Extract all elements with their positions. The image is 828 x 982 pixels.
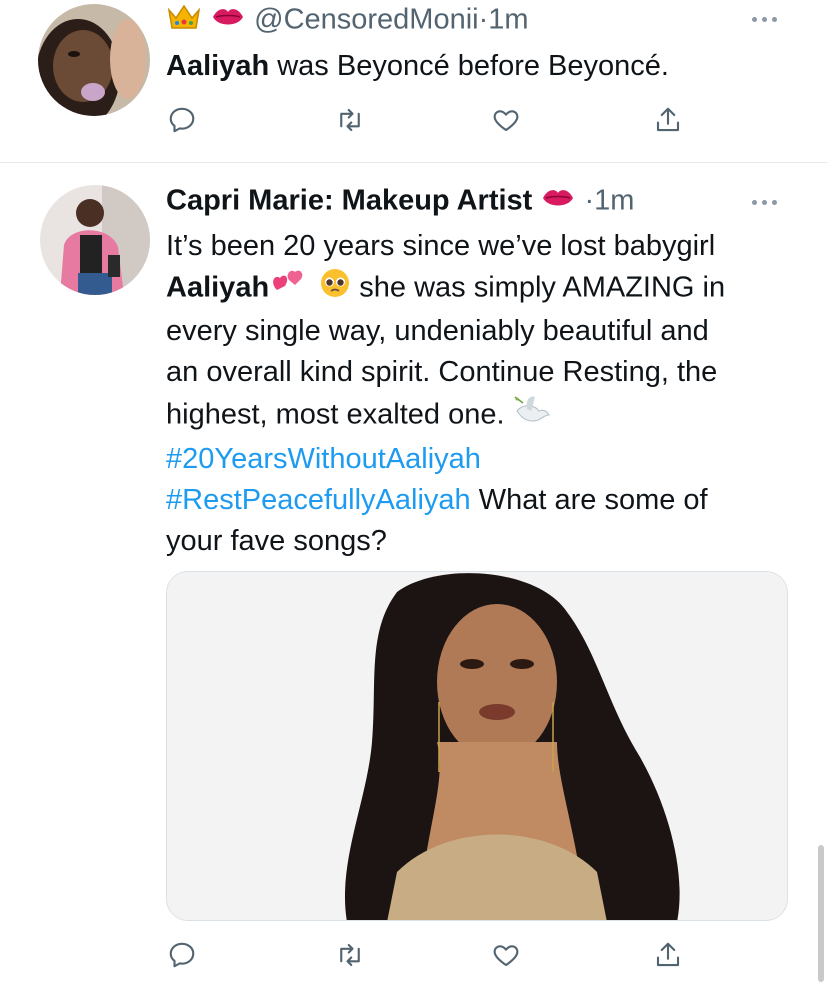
tweet-line: #20YearsWithoutAaliyah	[166, 439, 806, 480]
mention-aaliyah: Aaliyah	[166, 50, 270, 82]
tweet-line-text: highest, most exalted one.	[166, 398, 505, 431]
dove-emoji	[513, 393, 551, 439]
tweet-line: an overall kind spirit. Continue Resting…	[166, 356, 718, 388]
timestamp[interactable]: 1m	[488, 4, 528, 36]
reply-icon[interactable]	[162, 935, 202, 975]
tweet-header: Capri Marie: Makeup Artist ·1m	[166, 183, 634, 219]
tweet-2[interactable]: Capri Marie: Makeup Artist ·1m It’s been…	[0, 163, 828, 982]
display-name[interactable]: Capri Marie: Makeup Artist	[166, 185, 532, 217]
tweet-line-rest: What are some of	[470, 484, 708, 516]
tweet-line: every single way, undeniably beautiful a…	[166, 315, 709, 347]
retweet-icon[interactable]	[330, 935, 370, 975]
scrollbar[interactable]	[818, 845, 824, 982]
tweet-header: @CensoredMonii·1m	[166, 2, 529, 38]
tweet-line: Aaliyah she was simply AMAZING in	[166, 267, 806, 311]
kiss-emoji	[540, 183, 576, 221]
two-hearts-emoji	[271, 268, 305, 310]
share-icon[interactable]	[648, 100, 688, 140]
tweet-text: Aaliyah was Beyoncé before Beyoncé.	[166, 46, 669, 87]
tweet-line-rest: she was simply AMAZING in	[351, 271, 726, 304]
handle[interactable]: @CensoredMonii	[254, 4, 478, 36]
tweet-actions	[160, 100, 700, 140]
more-options-icon[interactable]	[752, 14, 782, 24]
tweet-actions	[160, 935, 700, 975]
tweet-line: #RestPeacefullyAaliyah What are some of	[166, 480, 806, 521]
avatar[interactable]	[38, 4, 150, 116]
tweet-text-rest: was Beyoncé before Beyoncé.	[269, 50, 669, 82]
pleading-face-emoji	[319, 267, 351, 311]
dot-separator: ·	[478, 3, 489, 36]
mention-aaliyah: Aaliyah	[166, 271, 270, 304]
like-icon[interactable]	[486, 100, 526, 140]
timestamp[interactable]: 1m	[594, 185, 634, 217]
retweet-icon[interactable]	[330, 100, 370, 140]
tweet-1[interactable]: @CensoredMonii·1m Aaliyah was Beyoncé be…	[0, 0, 828, 162]
kiss-emoji	[210, 2, 246, 40]
hashtag-link[interactable]: #20YearsWithoutAaliyah	[166, 443, 481, 475]
tweet-line: highest, most exalted one.	[166, 393, 806, 439]
more-options-icon[interactable]	[752, 197, 782, 207]
tweet-media-photo[interactable]	[166, 571, 788, 921]
crown-emoji	[166, 2, 202, 40]
dot-separator: ·	[584, 184, 595, 217]
hashtag-link[interactable]: #RestPeacefullyAaliyah	[166, 484, 471, 516]
like-icon[interactable]	[486, 935, 526, 975]
tweet-line: It’s been 20 years since we’ve lost baby…	[166, 230, 716, 262]
avatar[interactable]	[40, 185, 150, 295]
share-icon[interactable]	[648, 935, 688, 975]
reply-icon[interactable]	[162, 100, 202, 140]
tweet-line: your fave songs?	[166, 525, 387, 557]
tweet-text: It’s been 20 years since we’ve lost baby…	[166, 226, 806, 562]
